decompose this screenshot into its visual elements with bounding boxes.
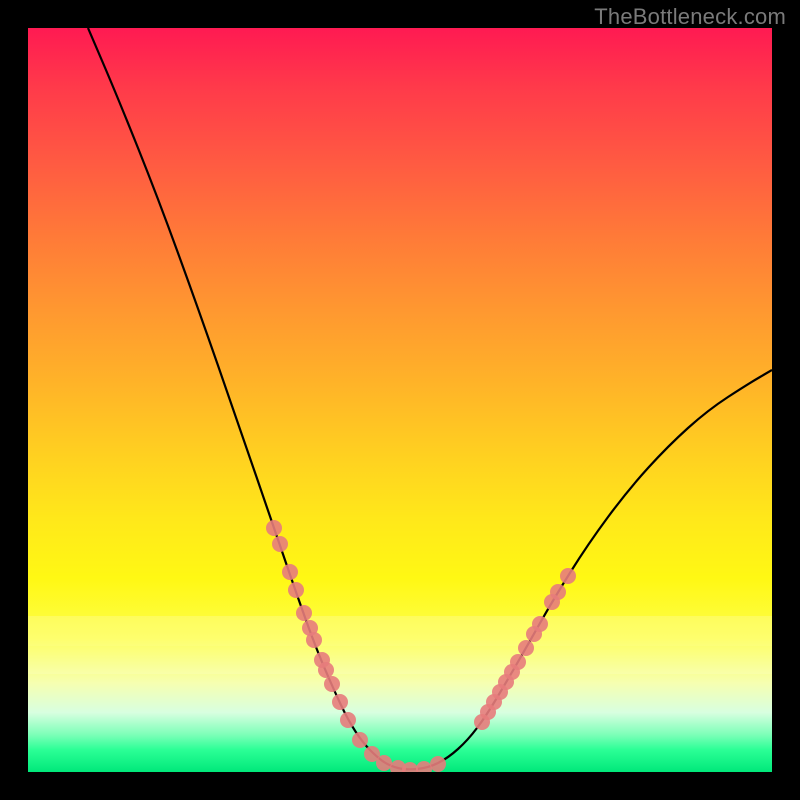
data-marker [518,640,534,656]
chart-frame: TheBottleneck.com [0,0,800,800]
data-marker [510,654,526,670]
data-markers [266,520,576,772]
data-marker [550,584,566,600]
data-marker [288,582,304,598]
data-marker [332,694,348,710]
data-marker [266,520,282,536]
chart-svg [28,28,772,772]
data-marker [324,676,340,692]
data-marker [340,712,356,728]
data-marker [416,761,432,772]
bottleneck-curve [88,28,772,769]
data-marker [352,732,368,748]
bottleneck-curve-path [88,28,772,769]
plot-area [28,28,772,772]
data-marker [376,755,392,771]
data-marker [318,662,334,678]
data-marker [306,632,322,648]
data-marker [282,564,298,580]
data-marker [430,756,446,772]
data-marker [532,616,548,632]
data-marker [296,605,312,621]
data-marker [560,568,576,584]
watermark-text: TheBottleneck.com [594,4,786,30]
data-marker [272,536,288,552]
